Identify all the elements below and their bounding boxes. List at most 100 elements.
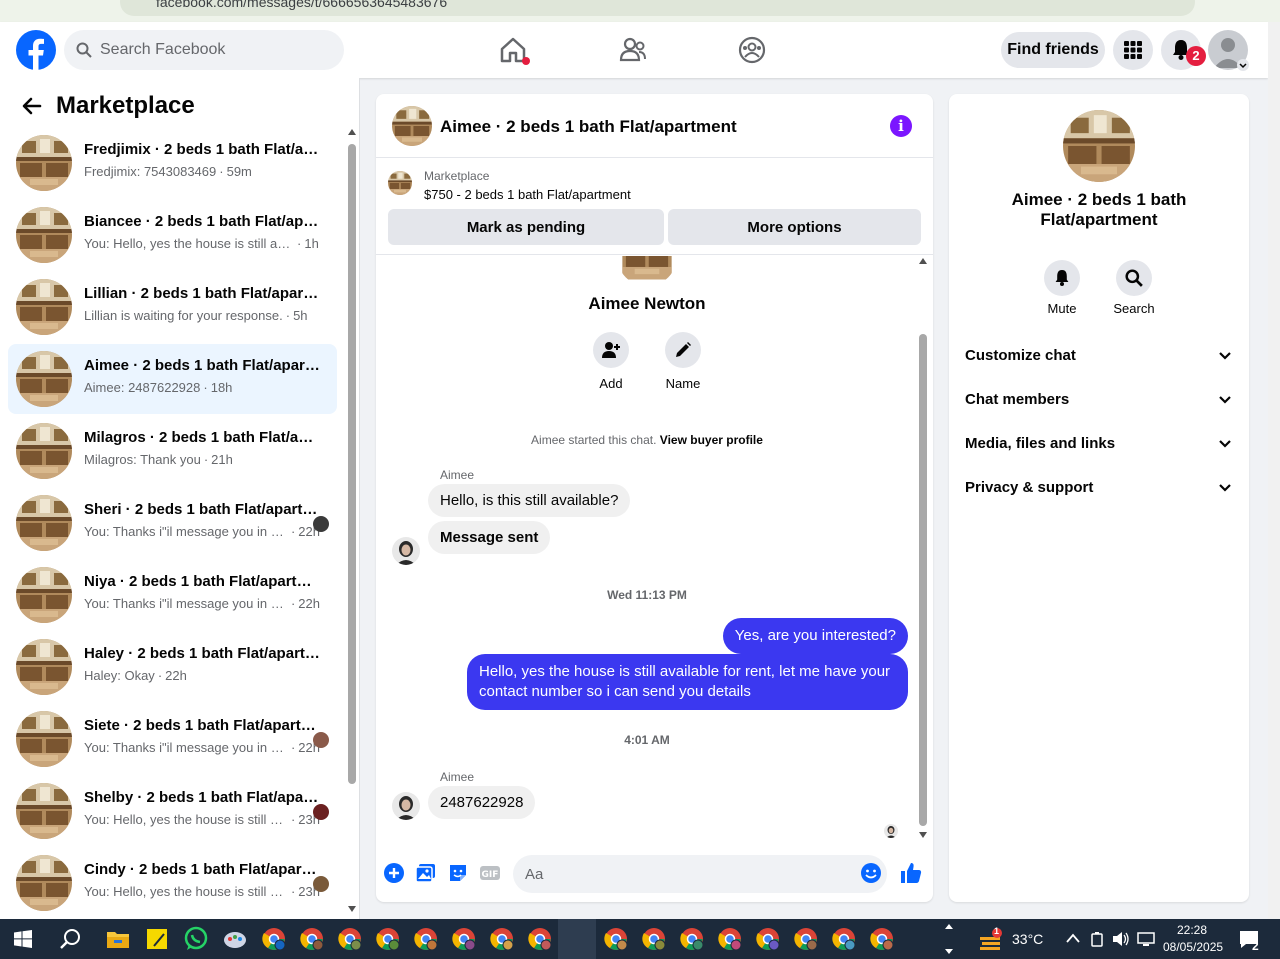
scroll-down-icon[interactable] <box>919 832 927 838</box>
chat-title[interactable]: Aimee · 2 beds 1 bath Flat/apartment <box>440 117 737 137</box>
incoming-message[interactable]: Message sent <box>428 521 551 554</box>
emoji-icon[interactable] <box>860 862 882 884</box>
message-input[interactable] <box>513 855 887 893</box>
conversation-item[interactable]: Milagros · 2 beds 1 bath Flat/apartment … <box>8 416 337 486</box>
mute-button[interactable]: Mute <box>1032 260 1092 316</box>
sender-avatar[interactable] <box>392 792 420 820</box>
conversation-item[interactable]: Fredjimix · 2 beds 1 bath Flat/apartment… <box>8 128 337 198</box>
sticker-icon[interactable] <box>447 862 469 884</box>
chrome-profile-icon[interactable] <box>414 927 438 951</box>
chrome-profile-icon[interactable] <box>452 927 476 951</box>
temperature[interactable]: 33°C <box>1012 931 1043 947</box>
more-options-button[interactable]: More options <box>668 209 921 245</box>
find-friends-button[interactable]: Find friends <box>1001 32 1105 68</box>
conversation-subtitle: You: Thanks i"il message you in a bit · … <box>84 740 320 755</box>
gif-icon[interactable]: GIF <box>479 862 501 884</box>
file-explorer-icon[interactable] <box>106 928 130 950</box>
photo-icon[interactable] <box>415 862 437 884</box>
chrome-profile-icon[interactable] <box>680 927 704 951</box>
view-buyer-profile-link[interactable]: View buyer profile <box>660 433 763 447</box>
outgoing-message[interactable]: Hello, yes the house is still available … <box>467 654 908 710</box>
chrome-profile-icon[interactable] <box>794 927 818 951</box>
conversation-item[interactable]: Lillian · 2 beds 1 bath Flat/apartment L… <box>8 272 337 342</box>
media-files-links-section[interactable]: Media, files and links <box>957 422 1241 466</box>
chrome-profile-icon[interactable] <box>338 927 362 951</box>
conversation-item[interactable]: Siete · 2 beds 1 bath Flat/apartment You… <box>8 704 337 774</box>
whatsapp-icon[interactable] <box>183 926 209 952</box>
search-icon[interactable] <box>60 928 82 950</box>
windows-start-icon[interactable] <box>14 930 32 948</box>
privacy-support-section[interactable]: Privacy & support <box>957 466 1241 510</box>
search-in-chat-button[interactable]: Search <box>1104 260 1164 316</box>
weather-icon[interactable] <box>978 927 1004 951</box>
taskbar-scroll-arrows-icon[interactable] <box>945 923 953 955</box>
chrome-profile-icon[interactable] <box>756 927 780 951</box>
outgoing-message[interactable]: Yes, are you interested? <box>722 618 908 654</box>
sender-avatar[interactable] <box>392 537 420 565</box>
read-receipt-avatar <box>313 804 329 820</box>
conversation-thumbnail <box>16 423 72 479</box>
page-scrollbar[interactable] <box>1268 22 1280 919</box>
chat-scrollbar[interactable] <box>917 256 929 842</box>
listing-price[interactable]: $750 - 2 beds 1 bath Flat/apartment <box>424 187 631 202</box>
conversation-item[interactable]: Sheri · 2 beds 1 bath Flat/apartment You… <box>8 488 337 558</box>
conversation-item[interactable]: Shelby · 2 beds 1 bath Flat/apartment Yo… <box>8 776 337 846</box>
chrome-profile-icon[interactable] <box>490 927 514 951</box>
name-label: Name <box>665 376 701 391</box>
volume-icon[interactable] <box>1112 931 1130 947</box>
chat-listing-thumbnail[interactable] <box>392 106 432 146</box>
chat-scroll-thumb[interactable] <box>919 334 927 826</box>
account-chevron-icon[interactable] <box>1237 59 1249 71</box>
conversation-item[interactable]: Niya · 2 beds 1 bath Flat/apartment You:… <box>8 560 337 630</box>
scroll-up-icon[interactable] <box>348 129 356 135</box>
chrome-profile-icon[interactable] <box>718 927 742 951</box>
add-button[interactable]: Add <box>586 332 636 391</box>
mark-as-pending-button[interactable]: Mark as pending <box>388 209 664 245</box>
chrome-profile-icon[interactable] <box>300 927 324 951</box>
chrome-profile-icon[interactable] <box>262 927 286 951</box>
chrome-profile-icon[interactable] <box>528 927 552 951</box>
scroll-up-icon[interactable] <box>919 258 927 264</box>
thumbs-up-icon[interactable] <box>899 861 923 885</box>
sidebar-title: Marketplace <box>56 92 195 119</box>
incoming-message[interactable]: Hello, is this still available? <box>428 484 631 517</box>
chat-members-section[interactable]: Chat members <box>957 378 1241 422</box>
scroll-down-icon[interactable] <box>348 906 356 912</box>
network-icon[interactable] <box>1137 931 1155 947</box>
chrome-profile-icon[interactable] <box>642 927 666 951</box>
chrome-profile-icon[interactable] <box>870 927 894 951</box>
info-title[interactable]: Aimee · 2 beds 1 bath Flat/apartment <box>979 190 1219 230</box>
friends-icon[interactable] <box>617 34 649 66</box>
menu-button[interactable] <box>1113 30 1153 70</box>
conversation-item[interactable]: Aimee · 2 beds 1 bath Flat/apartment Aim… <box>8 344 337 414</box>
battery-icon[interactable] <box>1090 931 1104 947</box>
conversation-item[interactable]: Cindy · 2 beds 1 bath Flat/apartment You… <box>8 848 337 918</box>
plus-circle-icon[interactable] <box>383 862 405 884</box>
conversation-item[interactable]: Biancee · 2 beds 1 bath Flat/apartment Y… <box>8 200 337 270</box>
chrome-profile-icon[interactable] <box>376 927 400 951</box>
sidebar-scroll-thumb[interactable] <box>348 144 356 784</box>
clock-date[interactable]: 08/05/2025 <box>1163 940 1223 954</box>
notification-badge: 2 <box>1186 46 1206 66</box>
paint-app-icon[interactable] <box>222 926 248 952</box>
clock-time[interactable]: 22:28 <box>1177 923 1207 937</box>
back-arrow-icon[interactable] <box>20 94 44 118</box>
customize-chat-section[interactable]: Customize chat <box>957 334 1241 378</box>
chrome-profile-icon[interactable] <box>604 927 628 951</box>
name-button[interactable]: Name <box>658 332 708 391</box>
incoming-message[interactable]: 2487622928 <box>428 786 536 819</box>
conversation-preview: You: Thanks i"il message you in a bit <box>84 740 288 755</box>
search-box[interactable]: Search Facebook <box>64 30 344 70</box>
address-bar-text[interactable]: facebook.com/messages/t/6666563645483676 <box>156 0 447 10</box>
info-icon[interactable]: i <box>890 115 912 137</box>
chrome-profile-icon[interactable] <box>832 927 856 951</box>
chevron-up-icon[interactable] <box>1066 933 1080 943</box>
conversation-time: 5h <box>293 308 308 323</box>
sticky-notes-icon[interactable] <box>146 928 168 950</box>
listing-thumbnail[interactable] <box>388 171 412 195</box>
info-listing-thumbnail[interactable] <box>1063 110 1135 182</box>
sidebar-scrollbar[interactable] <box>347 126 357 916</box>
conversation-item[interactable]: Haley · 2 beds 1 bath Flat/apartment Hal… <box>8 632 337 702</box>
groups-icon[interactable] <box>736 34 768 66</box>
facebook-logo[interactable] <box>16 30 56 70</box>
